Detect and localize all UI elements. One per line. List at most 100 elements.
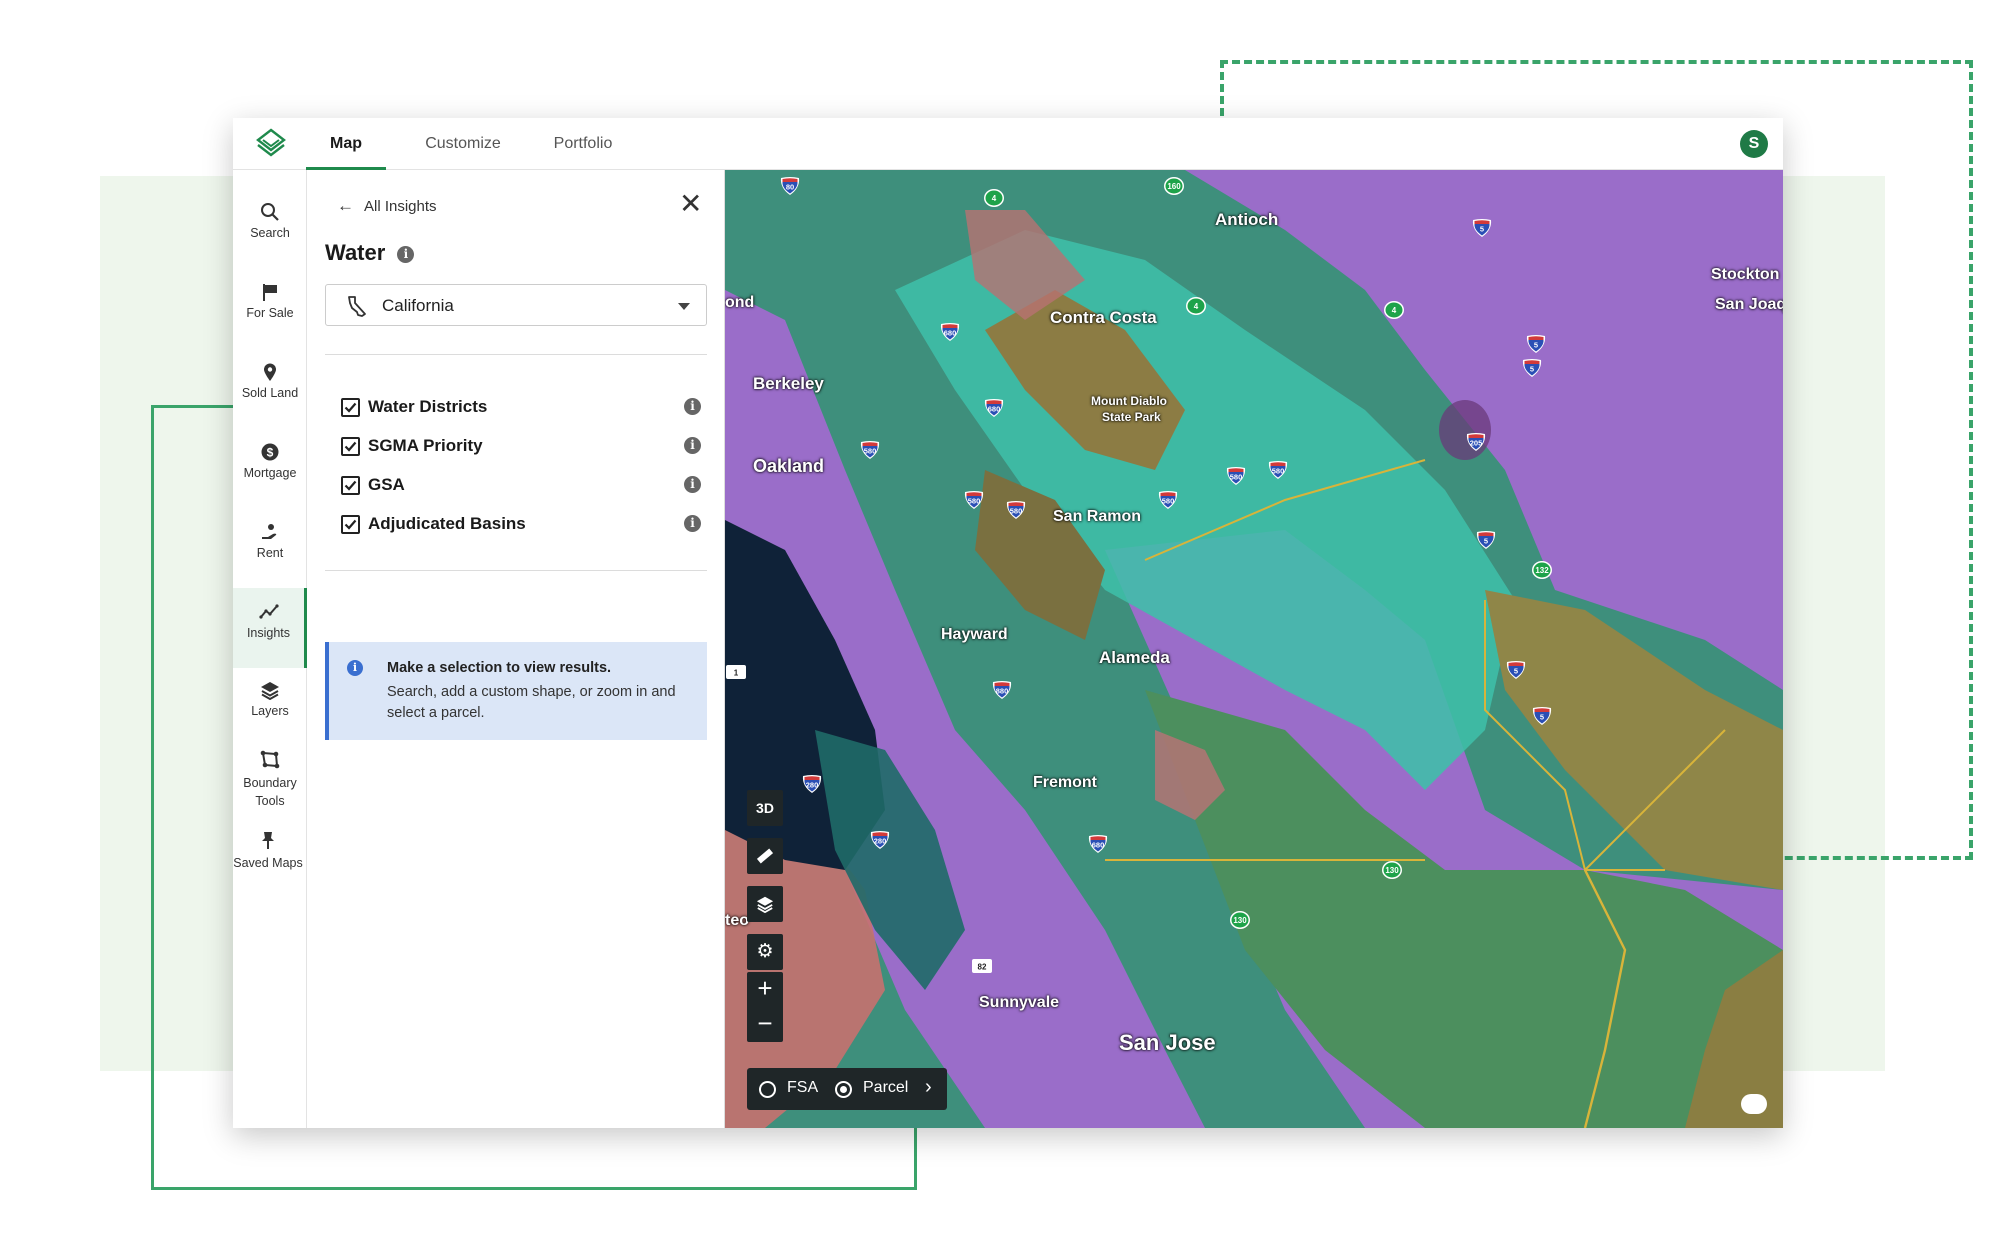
divider xyxy=(325,570,707,571)
interstate-shield-icon: 580 xyxy=(1157,490,1179,510)
map-label: teo xyxy=(725,912,749,929)
info-icon[interactable]: i xyxy=(684,476,701,493)
tab-map[interactable]: Map xyxy=(306,118,386,170)
map-label: San Ramon xyxy=(1053,508,1142,525)
arrow-left-icon: ← xyxy=(337,196,354,215)
checkbox-adjudicated-basins[interactable]: Adjudicated Basins i xyxy=(341,512,701,538)
interstate-shield-icon: 280 xyxy=(801,774,823,794)
back-link[interactable]: ← All Insights xyxy=(337,196,437,216)
info-icon[interactable]: i xyxy=(684,515,701,532)
svg-text:$: $ xyxy=(267,446,274,460)
map-pin-icon xyxy=(260,362,280,382)
search-icon xyxy=(260,202,280,222)
info-icon[interactable]: i xyxy=(684,437,701,454)
svg-text:280: 280 xyxy=(874,837,887,846)
tab-portfolio[interactable]: Portfolio xyxy=(528,118,638,170)
interstate-shield-icon: 1 xyxy=(725,662,747,682)
interstate-shield-icon: 580 xyxy=(1225,466,1247,486)
user-avatar[interactable]: S xyxy=(1740,130,1768,158)
zoom-in-button[interactable]: + xyxy=(747,972,783,1007)
map-zones xyxy=(725,170,1783,1128)
sidebar-item-label: Search xyxy=(250,226,290,240)
map-label: State Park xyxy=(1102,410,1161,424)
radio-parcel[interactable] xyxy=(835,1081,852,1098)
interstate-shield-icon: 680 xyxy=(1087,834,1109,854)
svg-text:5: 5 xyxy=(1484,537,1488,546)
svg-text:280: 280 xyxy=(806,781,819,790)
svg-text:880: 880 xyxy=(996,687,1009,696)
interstate-shield-icon: 880 xyxy=(991,680,1013,700)
svg-text:580: 580 xyxy=(864,447,877,456)
sidebar-item-mortgage[interactable]: $ Mortgage xyxy=(233,442,307,480)
interstate-shield-icon: 580 xyxy=(859,440,881,460)
sidebar-item-label: For Sale xyxy=(246,306,294,320)
checkbox-water-districts[interactable]: Water Districts i xyxy=(341,395,701,421)
svg-text:4: 4 xyxy=(1194,302,1199,311)
sidebar-item-label: Mortgage xyxy=(243,466,297,480)
info-icon[interactable]: i xyxy=(684,398,701,415)
info-icon: i xyxy=(347,660,363,676)
svg-text:680: 680 xyxy=(1092,841,1105,850)
layers-icon[interactable] xyxy=(747,886,783,922)
info-icon[interactable]: i xyxy=(397,245,415,263)
sidebar-item-rent[interactable]: Rent xyxy=(233,522,307,560)
checkbox-label: GSA xyxy=(368,475,405,494)
layers-icon xyxy=(260,680,280,701)
state-route-shield-icon: 4 xyxy=(1185,296,1207,316)
state-select-value: California xyxy=(382,296,454,315)
tab-customize[interactable]: Customize xyxy=(408,118,518,170)
back-label: All Insights xyxy=(364,198,437,215)
insights-icon xyxy=(258,602,279,622)
map-view[interactable]: Antioch Stockton San Joaq ond Contra Cos… xyxy=(725,170,1783,1128)
sidebar-item-insights[interactable]: Insights xyxy=(233,588,307,668)
pin-icon xyxy=(258,830,278,850)
interstate-shield-icon: 5 xyxy=(1525,334,1547,354)
svg-text:580: 580 xyxy=(1230,473,1243,482)
3d-toggle-button[interactable]: 3D xyxy=(747,790,783,826)
checkbox[interactable] xyxy=(341,515,360,534)
svg-text:5: 5 xyxy=(1514,667,1518,676)
sidebar-item-boundary-tools[interactable]: Boundary Tools xyxy=(233,750,307,810)
checkbox-label: SGMA Priority xyxy=(368,436,483,455)
radio-fsa[interactable] xyxy=(759,1081,776,1098)
interstate-shield-icon: 205 xyxy=(1465,432,1487,452)
map-toggle[interactable] xyxy=(1741,1094,1767,1114)
checkbox[interactable] xyxy=(341,437,360,456)
state-select[interactable]: California xyxy=(325,284,707,326)
sidebar-item-label: Saved Maps xyxy=(233,856,303,870)
svg-text:5: 5 xyxy=(1480,225,1484,234)
checkbox-gsa[interactable]: GSA i xyxy=(341,473,701,499)
svg-text:580: 580 xyxy=(968,497,981,506)
sidebar-item-saved-maps[interactable]: Saved Maps xyxy=(233,830,303,872)
sidebar-item-label: Rent xyxy=(256,546,284,560)
dollar-icon: $ xyxy=(260,442,280,462)
sidebar-item-layers[interactable]: Layers xyxy=(233,680,307,718)
checkbox-sgma-priority[interactable]: SGMA Priority i xyxy=(341,434,701,460)
sidebar-item-for-sale[interactable]: For Sale xyxy=(233,282,307,320)
state-route-shield-icon: 160 xyxy=(1163,176,1185,196)
ruler-icon[interactable] xyxy=(747,838,783,874)
california-icon xyxy=(346,295,368,322)
map-label: Contra Costa xyxy=(1050,308,1157,327)
svg-text:580: 580 xyxy=(1272,467,1285,476)
svg-text:82: 82 xyxy=(978,963,987,972)
svg-text:132: 132 xyxy=(1535,566,1549,575)
gear-icon[interactable]: ⚙ xyxy=(747,934,783,970)
selection-notice: i Make a selection to view results. Sear… xyxy=(325,642,707,740)
interstate-shield-icon: 80 xyxy=(779,176,801,196)
checkbox[interactable] xyxy=(341,476,360,495)
map-label: Berkeley xyxy=(753,374,824,393)
zoom-out-button[interactable]: − xyxy=(747,1007,783,1042)
sidebar-item-search[interactable]: Search xyxy=(233,202,307,240)
state-route-shield-icon: 4 xyxy=(983,188,1005,208)
interstate-shield-icon: 680 xyxy=(939,322,961,342)
checkbox[interactable] xyxy=(341,398,360,417)
map-label: Antioch xyxy=(1215,210,1279,229)
notice-title: Make a selection to view results. xyxy=(387,660,612,676)
sidebar-item-sold-land[interactable]: Sold Land xyxy=(233,362,307,400)
chevron-right-icon[interactable]: › xyxy=(925,1076,932,1099)
close-icon[interactable]: ✕ xyxy=(679,190,702,218)
boundary-icon xyxy=(260,750,280,770)
logo-icon[interactable] xyxy=(253,126,289,162)
map-label: Stockton xyxy=(1711,266,1780,283)
